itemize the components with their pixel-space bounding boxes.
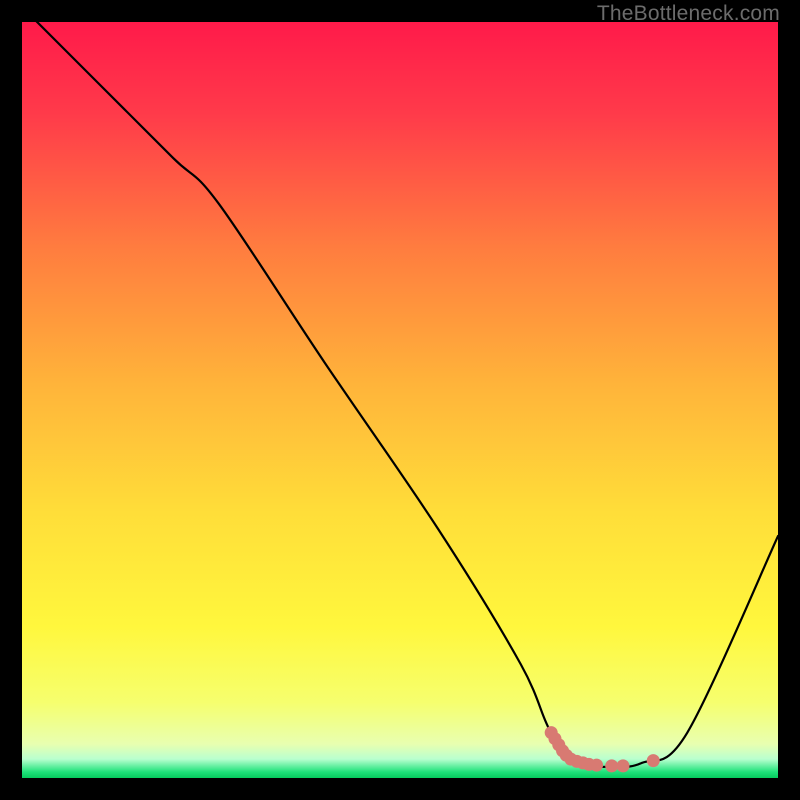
chart-frame [22, 22, 778, 778]
optimal-marker [590, 759, 603, 772]
optimal-marker [605, 759, 618, 772]
gradient-background [22, 22, 778, 778]
bottleneck-chart [22, 22, 778, 778]
optimal-marker [647, 754, 660, 767]
optimal-marker [617, 759, 630, 772]
watermark-text: TheBottleneck.com [597, 2, 780, 26]
